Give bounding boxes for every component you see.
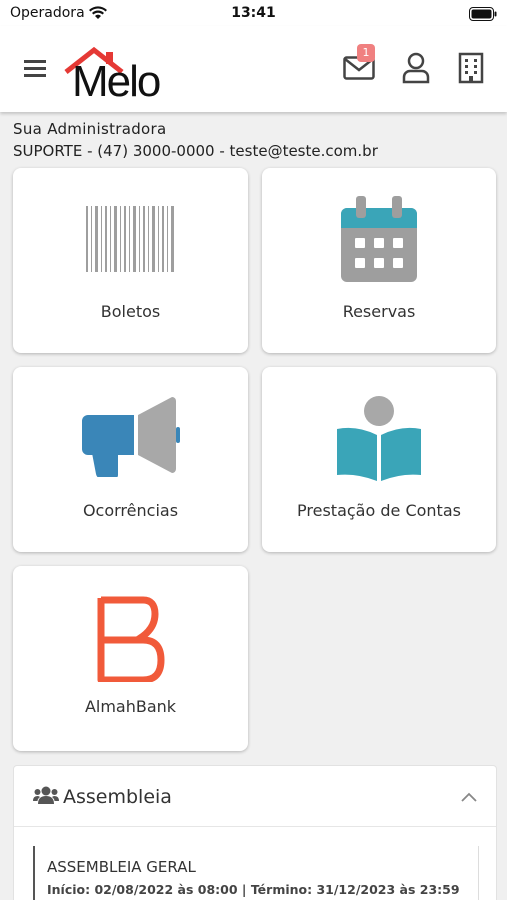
tile-prestacao-de-contas[interactable]: Prestação de Contas: [262, 367, 496, 552]
hamburger-menu-icon[interactable]: [24, 58, 48, 80]
status-bar: Operadora 13:41: [0, 0, 507, 26]
tile-label: Ocorrências: [82, 501, 179, 520]
assembly-panel-title: Assembleia: [63, 786, 172, 808]
tile-ocorrencias[interactable]: Ocorrências: [13, 367, 248, 552]
user-profile-icon[interactable]: [402, 52, 430, 88]
tile-label: Reservas: [342, 302, 416, 321]
tile-label: AlmahBank: [84, 697, 177, 716]
logo-text: Melo: [72, 57, 161, 106]
assembly-list-item[interactable]: ASSEMBLEIA GERAL Início: 02/08/2022 às 0…: [33, 846, 479, 900]
administrator-name: Sua Administradora: [13, 120, 167, 138]
administrator-contact: SUPORTE - (47) 3000-0000 - teste@teste.c…: [13, 142, 378, 160]
mail-notification-badge: 1: [357, 44, 375, 62]
assembly-item-title: ASSEMBLEIA GERAL: [47, 858, 196, 876]
megaphone-icon: [81, 395, 180, 481]
battery-icon: [469, 6, 497, 25]
app-header: Melo 1: [0, 26, 507, 112]
melo-logo: Melo: [62, 46, 182, 106]
assembly-panel: Assembleia ASSEMBLEIA GERAL Início: 02/0…: [13, 765, 497, 900]
reading-person-icon: [335, 395, 423, 487]
assembly-item-dates: Início: 02/08/2022 às 08:00 | Término: 3…: [47, 882, 460, 897]
calendar-icon: [341, 196, 417, 286]
users-icon: [33, 785, 59, 809]
tile-boletos[interactable]: Boletos: [13, 168, 248, 353]
tile-label: Boletos: [100, 302, 161, 321]
barcode-icon: [85, 206, 176, 276]
clock-label: 13:41: [231, 5, 276, 21]
assembly-panel-header[interactable]: Assembleia: [14, 766, 496, 827]
building-icon[interactable]: [458, 52, 484, 88]
tile-almahbank[interactable]: AlmahBank: [13, 566, 248, 751]
tile-label: Prestação de Contas: [297, 501, 461, 520]
almahbank-logo-icon: [97, 596, 165, 686]
tile-reservas[interactable]: Reservas: [262, 168, 496, 353]
chevron-up-icon[interactable]: [460, 788, 478, 807]
